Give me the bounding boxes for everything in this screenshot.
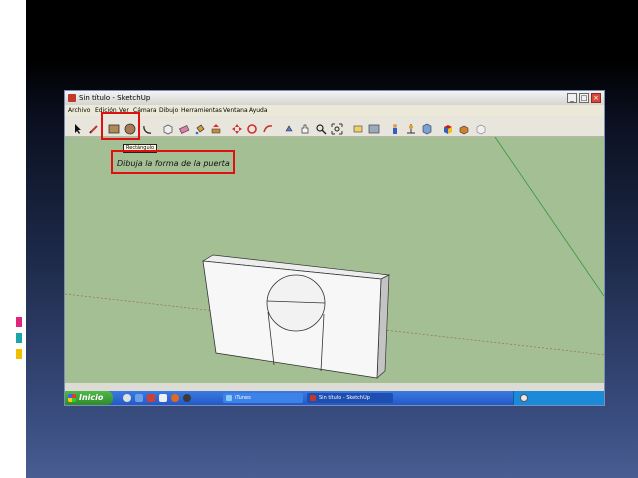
sketchup-app-icon <box>68 94 76 102</box>
orbit-icon[interactable] <box>283 120 295 132</box>
media-icon[interactable] <box>147 394 155 402</box>
minimize-button[interactable]: _ <box>567 93 577 103</box>
make-component-icon[interactable] <box>162 120 174 135</box>
sketchup-window: Sin título - SketchUp _ □ × Archivo Edic… <box>64 90 605 406</box>
toolbar <box>65 116 604 137</box>
axes-icon[interactable] <box>405 120 417 134</box>
section-plane-icon[interactable] <box>352 120 364 133</box>
follow-me-icon[interactable] <box>262 120 274 133</box>
taskbar-item-sketchup[interactable]: Sin título - SketchUp <box>307 393 393 403</box>
ie-icon[interactable] <box>135 394 143 402</box>
maximize-button[interactable]: □ <box>579 93 589 103</box>
arc-icon[interactable] <box>141 120 153 134</box>
window-title: Sin título - SketchUp <box>79 94 151 102</box>
taskbar-item-label: iTunes <box>235 395 251 401</box>
move-icon[interactable] <box>231 120 243 134</box>
pan-icon[interactable] <box>299 120 311 134</box>
slide-decoration-mark <box>16 333 22 343</box>
close-button[interactable]: × <box>591 93 601 103</box>
start-button[interactable]: Inicio <box>65 391 113 405</box>
push-pull-icon[interactable] <box>210 120 222 134</box>
desktop-icon[interactable] <box>159 394 167 402</box>
start-label: Inicio <box>79 393 104 402</box>
3d-text-icon[interactable] <box>421 120 433 135</box>
slide-decoration-bar <box>23 42 26 70</box>
itunes-icon <box>226 395 232 401</box>
menu-ayuda[interactable]: Ayuda <box>249 105 268 116</box>
menu-ventana[interactable]: Ventana <box>223 105 248 116</box>
taskbar-item-label: Sin título - SketchUp <box>319 395 370 401</box>
zoom-icon[interactable] <box>315 120 327 135</box>
menu-bar: Archivo Edición Ver Cámara Dibujo Herram… <box>65 105 604 116</box>
slide-decoration-bar <box>18 42 21 70</box>
paint-bucket-icon[interactable] <box>194 120 206 135</box>
get-models-icon[interactable] <box>442 120 454 134</box>
slide-left-bar <box>0 0 26 478</box>
slide-decoration-mark <box>16 349 22 359</box>
share-component-icon[interactable] <box>475 120 487 135</box>
sketchup-icon <box>310 395 316 401</box>
tray-icon[interactable] <box>520 394 528 402</box>
firefox-icon[interactable] <box>171 394 179 402</box>
chrome-icon[interactable] <box>123 394 131 402</box>
player-icon[interactable] <box>183 394 191 402</box>
rotate-icon[interactable] <box>246 120 258 134</box>
share-model-icon[interactable] <box>458 120 470 135</box>
system-tray <box>513 391 604 405</box>
menu-herramientas[interactable]: Herramientas <box>181 105 222 116</box>
eraser-icon[interactable] <box>178 120 190 134</box>
windows-logo-icon <box>68 394 76 402</box>
taskbar-item-itunes[interactable]: iTunes <box>223 393 303 403</box>
menu-dibujo[interactable]: Dibujo <box>159 105 178 116</box>
windows-taskbar: Inicio iTunes Sin título - SketchUp <box>65 391 604 405</box>
slide-decoration-mark <box>16 440 20 470</box>
zoom-extents-icon[interactable] <box>331 120 343 135</box>
highlight-instruction <box>111 150 235 174</box>
slide-decoration-mark <box>16 317 22 327</box>
menu-archivo[interactable]: Archivo <box>68 105 90 116</box>
green-axis <box>494 137 604 297</box>
dimension-icon[interactable] <box>368 120 380 134</box>
pencil-icon[interactable] <box>88 120 100 134</box>
window-titlebar[interactable]: Sin título - SketchUp _ □ × <box>65 91 604 105</box>
highlight-rectangle-tool <box>101 112 140 140</box>
select-icon[interactable] <box>72 120 84 134</box>
text-icon[interactable] <box>389 120 401 134</box>
